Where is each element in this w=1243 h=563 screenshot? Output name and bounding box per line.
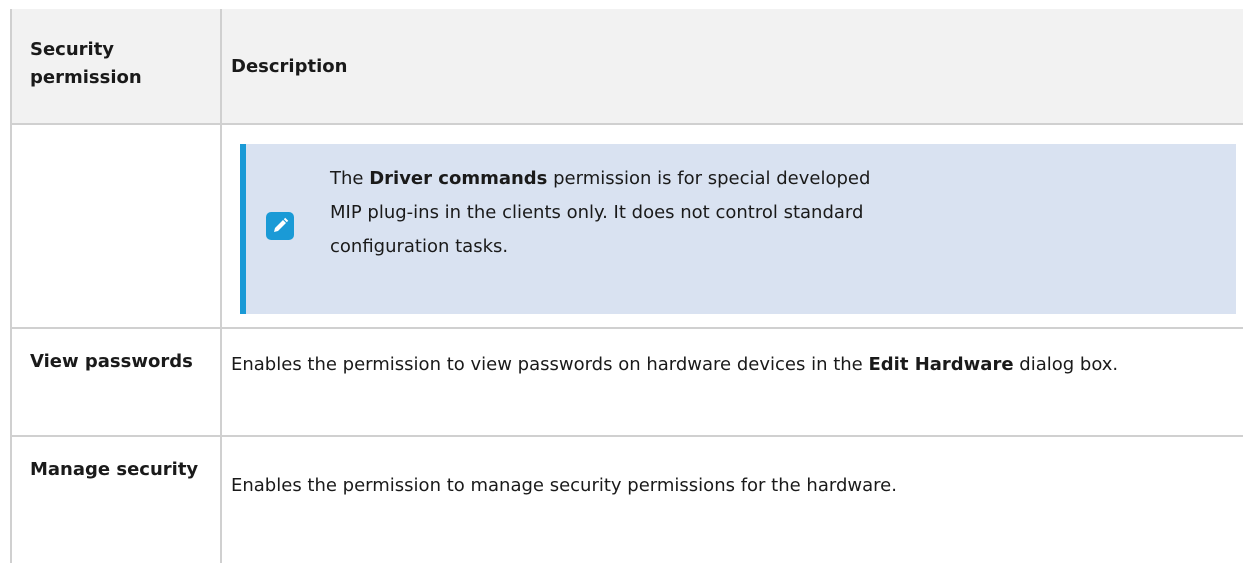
pencil-icon bbox=[266, 212, 294, 240]
header-description: Description bbox=[231, 56, 348, 77]
column-divider bbox=[220, 9, 222, 563]
description-view-passwords: Enables the permission to view passwords… bbox=[231, 354, 1119, 375]
header-security-permission: Security permission bbox=[30, 39, 142, 88]
note-box: The Driver commands permission is for sp… bbox=[240, 144, 1236, 314]
edit-hardware-term: Edit Hardware bbox=[868, 354, 1014, 375]
note-bold-term: Driver commands bbox=[369, 168, 548, 189]
permission-view-passwords: View passwords bbox=[30, 351, 193, 372]
description-manage-security: Enables the permission to manage securit… bbox=[231, 475, 897, 496]
row-divider bbox=[12, 435, 1243, 437]
permission-manage-security: Manage security bbox=[30, 459, 199, 480]
permissions-table: Security permission Description The Driv… bbox=[10, 9, 1243, 563]
row-divider bbox=[12, 327, 1243, 329]
row-divider bbox=[12, 123, 1243, 125]
note-text: The Driver commands permission is for sp… bbox=[330, 168, 871, 257]
